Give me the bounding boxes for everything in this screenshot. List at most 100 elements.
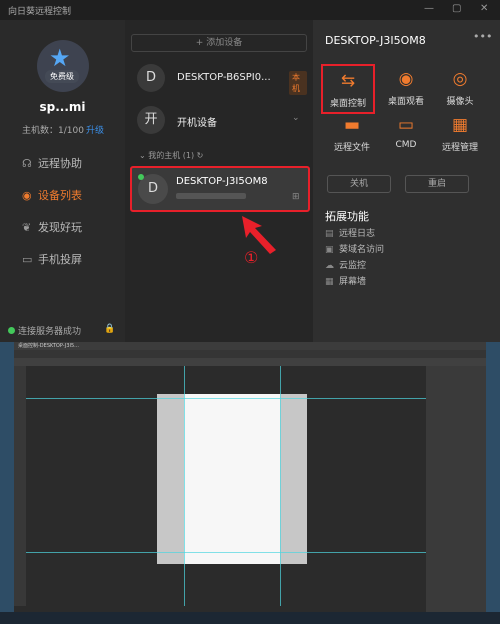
menu-bar xyxy=(14,350,486,358)
ext-label: 屏幕墙 xyxy=(339,277,367,287)
device-name: DESKTOP-B6SPI0... xyxy=(177,72,271,83)
star-icon: ★ xyxy=(49,44,71,72)
log-icon: ▤ xyxy=(325,229,334,239)
ext-label: 云监控 xyxy=(339,261,367,271)
nav-discover[interactable]: ❦ 发现好玩 xyxy=(22,219,82,235)
group-label: 我的主机 (1) xyxy=(148,151,195,160)
desktop-wallpaper-right xyxy=(486,342,500,624)
tool-label: CMD xyxy=(395,140,417,150)
online-dot-icon xyxy=(138,174,144,180)
group-header[interactable]: ⌄ 我的主机 (1) ↻ xyxy=(139,150,203,161)
maximize-button[interactable]: ▢ xyxy=(452,3,461,14)
nav-label: 远程协助 xyxy=(38,157,82,170)
device-item-selected[interactable]: D DESKTOP-J3I5OM8 ⊞ xyxy=(130,166,310,212)
ext-remote-log[interactable]: ▤ 远程日志 xyxy=(325,226,375,239)
local-tag: 本机 xyxy=(289,71,307,95)
app-title: 向日葵远程控制 xyxy=(8,7,72,17)
extension-title: 拓展功能 xyxy=(325,210,369,223)
ext-label: 远程日志 xyxy=(339,229,376,239)
device-avatar: 开 xyxy=(137,106,165,134)
eye-icon: ◉ xyxy=(398,69,414,89)
tool-desktop-view[interactable]: ◉ 桌面观看 xyxy=(379,64,433,114)
guide-line xyxy=(184,366,185,606)
nav-label: 发现好玩 xyxy=(38,221,82,234)
device-detail-pane: DESKTOP-J3I5OM8 ••• ⇆ 桌面控制 ◉ 桌面观看 ◎ 摄像头 … xyxy=(313,20,500,342)
more-icon[interactable]: ••• xyxy=(473,30,492,43)
tool-desktop-control[interactable]: ⇆ 桌面控制 xyxy=(321,64,375,114)
tool-cmd[interactable]: ▭ CMD xyxy=(379,110,433,160)
windows-icon: ⊞ xyxy=(292,192,300,202)
device-item-local[interactable]: D DESKTOP-B6SPI0... 本机 xyxy=(137,64,307,96)
tool-label: 摄像头 xyxy=(446,97,474,107)
device-name: 开机设备 xyxy=(177,118,217,129)
host-count: 主机数：1/100 升级 xyxy=(22,123,104,136)
guide-line xyxy=(280,366,281,606)
desktop-control-icon: ⇆ xyxy=(340,71,356,91)
nav-label: 手机投屏 xyxy=(38,253,82,266)
nav-phone-cast[interactable]: ▭ 手机投屏 xyxy=(22,251,82,267)
guide-line xyxy=(26,552,426,553)
cmd-icon: ▭ xyxy=(397,115,415,135)
lock-icon[interactable]: 🔒 xyxy=(104,324,115,334)
ext-cloud-monitor[interactable]: ☁ 云监控 xyxy=(325,258,366,271)
ext-label: 葵域名访问 xyxy=(339,245,385,255)
device-item-poweron[interactable]: 开 开机设备 ⌄ xyxy=(137,106,307,138)
tool-camera[interactable]: ◎ 摄像头 xyxy=(433,64,487,114)
minimize-button[interactable]: — xyxy=(424,3,434,14)
upgrade-link[interactable]: 升级 xyxy=(86,126,104,136)
close-button[interactable]: ✕ xyxy=(480,3,488,14)
headset-icon: ☊ xyxy=(22,157,32,170)
leaf-icon: ❦ xyxy=(22,221,32,234)
nav-device-list[interactable]: ◉ 设备列表 xyxy=(22,187,82,203)
folder-icon: ▬ xyxy=(343,115,361,135)
cloud-icon: ☁ xyxy=(325,261,334,271)
device-id-redacted xyxy=(176,193,246,199)
online-dot-icon xyxy=(8,327,15,334)
nav-remote-assist[interactable]: ☊ 远程协助 xyxy=(22,155,82,171)
device-name: DESKTOP-J3I5OM8 xyxy=(176,176,268,187)
connection-status: 连接服务器成功 🔒 xyxy=(8,324,115,337)
avatar[interactable]: ★ 免费级 xyxy=(37,40,89,92)
tool-label: 远程文件 xyxy=(333,143,370,153)
sunlogin-window: 向日葵远程控制 — ▢ ✕ ★ 免费级 sp...mi 主机数：1/100 升级 … xyxy=(0,0,500,342)
username: sp...mi xyxy=(39,100,86,114)
detail-title: DESKTOP-J3I5OM8 xyxy=(325,34,426,47)
canvas-artwork xyxy=(184,394,280,564)
monitor-icon: ▭ xyxy=(22,253,33,266)
options-bar xyxy=(14,358,486,366)
guide-line xyxy=(26,398,426,399)
refresh-icon[interactable]: ↻ xyxy=(194,151,204,160)
layers-panel xyxy=(426,366,486,612)
tool-remote-file[interactable]: ▬ 远程文件 xyxy=(325,110,379,160)
add-device-button[interactable]: + 添加设备 xyxy=(131,34,307,52)
remote-window-title: 桌面控制-DESKTOP-J3I5... xyxy=(14,342,486,350)
title-bar: 向日葵远程控制 — ▢ ✕ xyxy=(0,0,500,20)
device-list-pane: + 添加设备 D DESKTOP-B6SPI0... 本机 开 开机设备 ⌄ ⌄… xyxy=(125,20,313,342)
ext-domain-access[interactable]: ▣ 葵域名访问 xyxy=(325,242,384,255)
status-text: 连接服务器成功 xyxy=(18,327,82,337)
tool-label: 桌面观看 xyxy=(387,97,424,107)
screen-wall-icon: ▦ xyxy=(325,277,334,287)
camera-icon: ◎ xyxy=(452,69,468,89)
chevron-down-icon[interactable]: ⌄ xyxy=(292,113,300,123)
device-avatar: D xyxy=(137,64,165,92)
restart-button[interactable]: 重启 xyxy=(405,175,469,193)
tool-remote-manage[interactable]: ▦ 远程管理 xyxy=(433,110,487,160)
sidebar: ★ 免费级 sp...mi 主机数：1/100 升级 ☊ 远程协助 ◉ 设备列表 ❦ 发… xyxy=(0,20,125,342)
tool-label: 远程管理 xyxy=(441,143,478,153)
desktop-wallpaper-left xyxy=(0,342,14,624)
tool-label: 桌面控制 xyxy=(329,99,366,109)
remote-desktop-screenshot: 桌面控制-DESKTOP-J3I5... xyxy=(0,342,500,624)
host-count-text: 主机数：1/100 xyxy=(22,126,84,136)
shutdown-button[interactable]: 关机 xyxy=(327,175,391,193)
taskbar xyxy=(0,612,500,624)
membership-badge: 免费级 xyxy=(45,70,79,83)
photoshop-window[interactable]: 桌面控制-DESKTOP-J3I5... xyxy=(14,342,486,612)
domain-icon: ▣ xyxy=(325,245,334,255)
ext-screen-wall[interactable]: ▦ 屏幕墙 xyxy=(325,274,366,287)
chevron-down-icon: ⌄ xyxy=(139,151,149,160)
nav-label: 设备列表 xyxy=(38,189,82,202)
device-list-icon: ◉ xyxy=(22,189,32,202)
manage-icon: ▦ xyxy=(451,115,469,135)
tools-panel xyxy=(14,366,26,606)
